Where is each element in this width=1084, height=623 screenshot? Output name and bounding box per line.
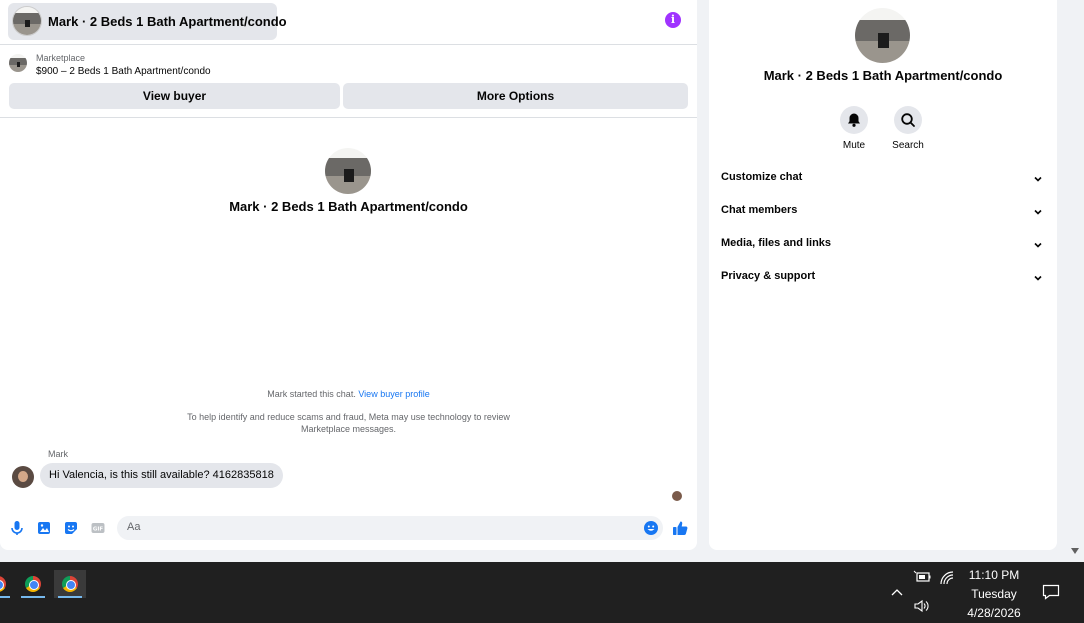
taskbar-app-partial[interactable]: [0, 570, 14, 598]
svg-text:GIF: GIF: [93, 527, 104, 533]
chevron-down-icon: [1034, 242, 1042, 248]
message-composer: GIF Aa: [0, 512, 697, 544]
view-buyer-profile-link[interactable]: View buyer profile: [358, 389, 429, 399]
chrome-icon: [0, 576, 6, 592]
search-icon: [901, 113, 915, 127]
sticker-icon[interactable]: [63, 520, 79, 536]
message-input-placeholder: Aa: [127, 521, 141, 533]
image-icon[interactable]: [36, 520, 52, 536]
chevron-down-icon: [1034, 176, 1042, 182]
listing-thumbnail: [12, 6, 42, 36]
gif-icon[interactable]: GIF: [90, 520, 106, 536]
menu-label: Media, files and links: [721, 237, 832, 249]
marketplace-label: Marketplace: [36, 53, 86, 63]
battery-icon[interactable]: [913, 570, 931, 584]
chat-title: Mark · 2 Beds 1 Bath Apartment/condo: [48, 14, 287, 29]
scam-disclaimer: To help identify and reduce scams and fr…: [187, 412, 510, 434]
scroll-down-arrow-icon[interactable]: [1069, 546, 1081, 556]
conversation-avatar: [325, 148, 371, 194]
menu-label: Privacy & support: [721, 270, 816, 282]
bell-icon: [848, 113, 860, 127]
listing-price-title: $900 – 2 Beds 1 Bath Apartment/condo: [36, 66, 211, 77]
message-sender: Mark: [48, 449, 68, 459]
listing-summary[interactable]: Marketplace $900 – 2 Beds 1 Bath Apartme…: [0, 46, 697, 82]
chevron-down-icon: [1034, 275, 1042, 281]
menu-customize-chat[interactable]: Customize chat: [721, 171, 1043, 191]
active-indicator: [0, 596, 10, 598]
listing-small-thumbnail: [9, 54, 27, 72]
more-options-button[interactable]: More Options: [343, 83, 688, 109]
search-button[interactable]: Search: [888, 106, 928, 151]
chat-title-button[interactable]: Mark · 2 Beds 1 Bath Apartment/condo: [8, 3, 287, 40]
clock-date: 4/28/2026: [967, 606, 1021, 620]
menu-chat-members[interactable]: Chat members: [721, 204, 1043, 224]
network-icon[interactable]: [939, 570, 955, 586]
chat-header: Mark · 2 Beds 1 Bath Apartment/condo i: [0, 0, 697, 45]
message-input[interactable]: Aa: [117, 516, 663, 540]
notification-center-icon[interactable]: [1042, 584, 1060, 600]
divider: [0, 117, 697, 118]
details-title: Mark · 2 Beds 1 Bath Apartment/condo: [763, 68, 1003, 83]
view-buyer-button[interactable]: View buyer: [9, 83, 340, 109]
details-avatar: [855, 8, 910, 63]
mute-label: Mute: [842, 140, 866, 151]
info-icon[interactable]: i: [665, 12, 681, 28]
clock-day: Tuesday: [971, 587, 1017, 601]
menu-media-files-links[interactable]: Media, files and links: [721, 237, 1043, 257]
taskbar-chrome-1[interactable]: [17, 570, 49, 598]
message-bubble[interactable]: Hi Valencia, is this still available? 41…: [40, 463, 283, 488]
taskbar: 11:10 PM Tuesday 4/28/2026: [0, 562, 1084, 623]
chat-started-text: Mark started this chat.: [267, 389, 356, 399]
seen-indicator-avatar: [672, 491, 682, 501]
chevron-down-icon: [1034, 209, 1042, 215]
active-indicator: [21, 596, 45, 598]
taskbar-chrome-2[interactable]: [54, 570, 86, 598]
clock-time: 11:10 PM: [968, 568, 1020, 582]
conversation-title: Mark · 2 Beds 1 Bath Apartment/condo: [229, 199, 468, 214]
volume-icon[interactable]: [913, 598, 931, 614]
thumbs-up-icon[interactable]: [672, 520, 688, 536]
sender-avatar[interactable]: [12, 466, 34, 488]
chrome-icon: [62, 576, 78, 592]
search-label: Search: [892, 140, 924, 151]
menu-privacy-support[interactable]: Privacy & support: [721, 270, 1043, 290]
chrome-icon: [25, 576, 41, 592]
chat-started-notice: Mark started this chat. View buyer profi…: [0, 389, 697, 399]
conversation-details-panel: Mark · 2 Beds 1 Bath Apartment/condo Mut…: [709, 0, 1057, 550]
menu-label: Customize chat: [721, 171, 803, 183]
chat-panel: Mark · 2 Beds 1 Bath Apartment/condo i M…: [0, 0, 697, 550]
emoji-icon[interactable]: [643, 520, 659, 536]
microphone-icon[interactable]: [9, 520, 25, 536]
active-indicator: [58, 596, 82, 598]
mute-button[interactable]: Mute: [834, 106, 874, 151]
show-hidden-icons-chevron-icon[interactable]: [891, 587, 903, 597]
menu-label: Chat members: [721, 204, 798, 216]
system-clock[interactable]: 11:10 PM Tuesday 4/28/2026: [962, 566, 1026, 623]
